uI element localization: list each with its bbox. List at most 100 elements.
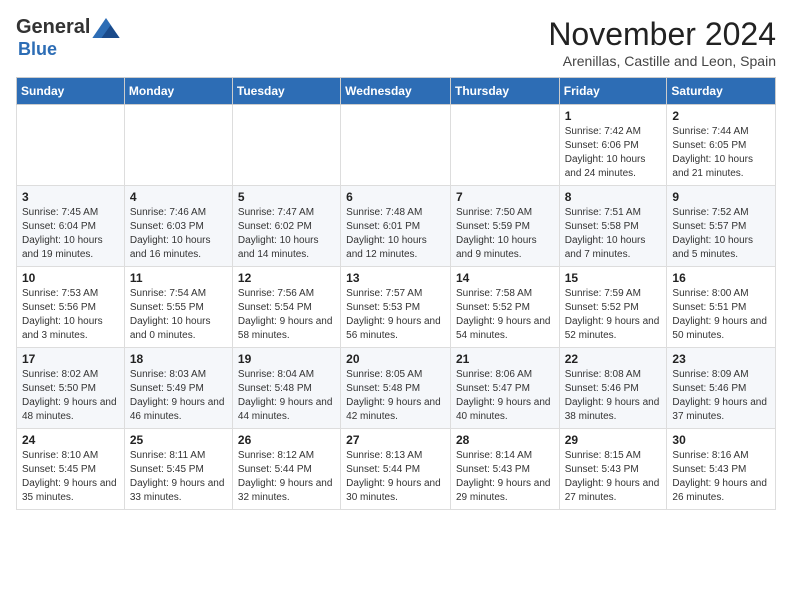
day-number: 5 <box>238 190 335 204</box>
calendar-cell: 30 Sunrise: 8:16 AM Sunset: 5:43 PM Dayli… <box>667 429 776 510</box>
calendar-cell <box>124 105 232 186</box>
calendar-cell <box>17 105 125 186</box>
day-info: Sunrise: 8:08 AM Sunset: 5:46 PM Dayligh… <box>565 368 662 424</box>
calendar-cell: 11 Sunrise: 7:54 AM Sunset: 5:55 PM Dayli… <box>124 267 232 348</box>
day-number: 22 <box>565 352 662 366</box>
logo-icon <box>92 18 120 38</box>
calendar-cell: 15 Sunrise: 7:59 AM Sunset: 5:52 PM Dayli… <box>559 267 667 348</box>
calendar-cell: 7 Sunrise: 7:50 AM Sunset: 5:59 PM Daylig… <box>450 186 559 267</box>
day-info: Sunrise: 8:16 AM Sunset: 5:43 PM Dayligh… <box>672 449 770 505</box>
day-number: 13 <box>346 271 445 285</box>
day-info: Sunrise: 7:44 AM Sunset: 6:05 PM Dayligh… <box>672 125 770 181</box>
week-row-2: 10Sunrise: 7:53 AM Sunset: 5:56 PM Dayli… <box>17 267 776 348</box>
week-row-4: 24 Sunrise: 8:10 AM Sunset: 5:45 PM Dayli… <box>17 429 776 510</box>
calendar-cell: 29 Sunrise: 8:15 AM Sunset: 5:43 PM Dayli… <box>559 429 667 510</box>
calendar-cell: 1Sunrise: 7:42 AM Sunset: 6:06 PM Daylig… <box>559 105 667 186</box>
day-number: 27 <box>346 433 445 447</box>
day-number: 4 <box>130 190 227 204</box>
calendar-cell: 10Sunrise: 7:53 AM Sunset: 5:56 PM Dayli… <box>17 267 125 348</box>
day-info: Sunrise: 8:06 AM Sunset: 5:47 PM Dayligh… <box>456 368 554 424</box>
header-tuesday: Tuesday <box>232 78 340 105</box>
day-info: Sunrise: 7:50 AM Sunset: 5:59 PM Dayligh… <box>456 206 554 262</box>
calendar-cell: 26 Sunrise: 8:12 AM Sunset: 5:44 PM Dayli… <box>232 429 340 510</box>
calendar-cell: 22 Sunrise: 8:08 AM Sunset: 5:46 PM Dayli… <box>559 348 667 429</box>
calendar-cell: 2Sunrise: 7:44 AM Sunset: 6:05 PM Daylig… <box>667 105 776 186</box>
logo: General Blue <box>16 16 120 60</box>
day-info: Sunrise: 7:52 AM Sunset: 5:57 PM Dayligh… <box>672 206 770 262</box>
week-row-0: 1Sunrise: 7:42 AM Sunset: 6:06 PM Daylig… <box>17 105 776 186</box>
day-number: 24 <box>22 433 119 447</box>
day-info: Sunrise: 8:10 AM Sunset: 5:45 PM Dayligh… <box>22 449 119 505</box>
day-info: Sunrise: 8:09 AM Sunset: 5:46 PM Dayligh… <box>672 368 770 424</box>
calendar-cell: 16 Sunrise: 8:00 AM Sunset: 5:51 PM Dayli… <box>667 267 776 348</box>
day-info: Sunrise: 8:12 AM Sunset: 5:44 PM Dayligh… <box>238 449 335 505</box>
day-number: 11 <box>130 271 227 285</box>
day-number: 30 <box>672 433 770 447</box>
calendar-cell: 17 Sunrise: 8:02 AM Sunset: 5:50 PM Dayli… <box>17 348 125 429</box>
day-info: Sunrise: 8:04 AM Sunset: 5:48 PM Dayligh… <box>238 368 335 424</box>
day-info: Sunrise: 8:15 AM Sunset: 5:43 PM Dayligh… <box>565 449 662 505</box>
calendar-header-row: SundayMondayTuesdayWednesdayThursdayFrid… <box>17 78 776 105</box>
header-wednesday: Wednesday <box>341 78 451 105</box>
day-info: Sunrise: 7:54 AM Sunset: 5:55 PM Dayligh… <box>130 287 227 343</box>
day-number: 8 <box>565 190 662 204</box>
day-info: Sunrise: 8:11 AM Sunset: 5:45 PM Dayligh… <box>130 449 227 505</box>
day-number: 29 <box>565 433 662 447</box>
day-info: Sunrise: 7:48 AM Sunset: 6:01 PM Dayligh… <box>346 206 445 262</box>
day-number: 17 <box>22 352 119 366</box>
day-number: 28 <box>456 433 554 447</box>
week-row-3: 17 Sunrise: 8:02 AM Sunset: 5:50 PM Dayli… <box>17 348 776 429</box>
calendar-cell <box>232 105 340 186</box>
calendar-table: SundayMondayTuesdayWednesdayThursdayFrid… <box>16 77 776 510</box>
day-info: Sunrise: 8:02 AM Sunset: 5:50 PM Dayligh… <box>22 368 119 424</box>
day-info: Sunrise: 7:58 AM Sunset: 5:52 PM Dayligh… <box>456 287 554 343</box>
month-title: November 2024 <box>548 16 776 53</box>
calendar-cell: 28 Sunrise: 8:14 AM Sunset: 5:43 PM Dayli… <box>450 429 559 510</box>
day-number: 20 <box>346 352 445 366</box>
calendar-cell: 12 Sunrise: 7:56 AM Sunset: 5:54 PM Dayli… <box>232 267 340 348</box>
day-number: 23 <box>672 352 770 366</box>
calendar-cell: 8 Sunrise: 7:51 AM Sunset: 5:58 PM Daylig… <box>559 186 667 267</box>
day-info: Sunrise: 7:47 AM Sunset: 6:02 PM Dayligh… <box>238 206 335 262</box>
day-number: 15 <box>565 271 662 285</box>
day-info: Sunrise: 8:00 AM Sunset: 5:51 PM Dayligh… <box>672 287 770 343</box>
day-number: 10 <box>22 271 119 285</box>
calendar-cell: 23 Sunrise: 8:09 AM Sunset: 5:46 PM Dayli… <box>667 348 776 429</box>
header-monday: Monday <box>124 78 232 105</box>
day-number: 16 <box>672 271 770 285</box>
day-number: 6 <box>346 190 445 204</box>
calendar-cell <box>450 105 559 186</box>
calendar-cell <box>341 105 451 186</box>
logo-general-text: General <box>16 16 90 39</box>
day-info: Sunrise: 7:56 AM Sunset: 5:54 PM Dayligh… <box>238 287 335 343</box>
day-number: 9 <box>672 190 770 204</box>
title-area: November 2024 Arenillas, Castille and Le… <box>548 16 776 69</box>
day-info: Sunrise: 7:59 AM Sunset: 5:52 PM Dayligh… <box>565 287 662 343</box>
header-thursday: Thursday <box>450 78 559 105</box>
day-info: Sunrise: 7:42 AM Sunset: 6:06 PM Dayligh… <box>565 125 662 181</box>
calendar-cell: 20Sunrise: 8:05 AM Sunset: 5:48 PM Dayli… <box>341 348 451 429</box>
location-subtitle: Arenillas, Castille and Leon, Spain <box>548 53 776 69</box>
day-number: 7 <box>456 190 554 204</box>
day-number: 19 <box>238 352 335 366</box>
day-number: 26 <box>238 433 335 447</box>
calendar-cell: 25 Sunrise: 8:11 AM Sunset: 5:45 PM Dayli… <box>124 429 232 510</box>
calendar-cell: 13 Sunrise: 7:57 AM Sunset: 5:53 PM Dayli… <box>341 267 451 348</box>
header: General Blue November 2024 Arenillas, Ca… <box>16 16 776 69</box>
day-info: Sunrise: 7:57 AM Sunset: 5:53 PM Dayligh… <box>346 287 445 343</box>
header-sunday: Sunday <box>17 78 125 105</box>
header-saturday: Saturday <box>667 78 776 105</box>
day-info: Sunrise: 8:03 AM Sunset: 5:49 PM Dayligh… <box>130 368 227 424</box>
day-info: Sunrise: 7:45 AM Sunset: 6:04 PM Dayligh… <box>22 206 119 262</box>
calendar-cell: 21 Sunrise: 8:06 AM Sunset: 5:47 PM Dayli… <box>450 348 559 429</box>
day-info: Sunrise: 8:14 AM Sunset: 5:43 PM Dayligh… <box>456 449 554 505</box>
calendar-cell: 9 Sunrise: 7:52 AM Sunset: 5:57 PM Daylig… <box>667 186 776 267</box>
day-info: Sunrise: 7:51 AM Sunset: 5:58 PM Dayligh… <box>565 206 662 262</box>
day-info: Sunrise: 8:13 AM Sunset: 5:44 PM Dayligh… <box>346 449 445 505</box>
day-number: 14 <box>456 271 554 285</box>
calendar-cell: 4Sunrise: 7:46 AM Sunset: 6:03 PM Daylig… <box>124 186 232 267</box>
day-number: 21 <box>456 352 554 366</box>
day-number: 12 <box>238 271 335 285</box>
calendar-cell: 6 Sunrise: 7:48 AM Sunset: 6:01 PM Daylig… <box>341 186 451 267</box>
day-number: 25 <box>130 433 227 447</box>
